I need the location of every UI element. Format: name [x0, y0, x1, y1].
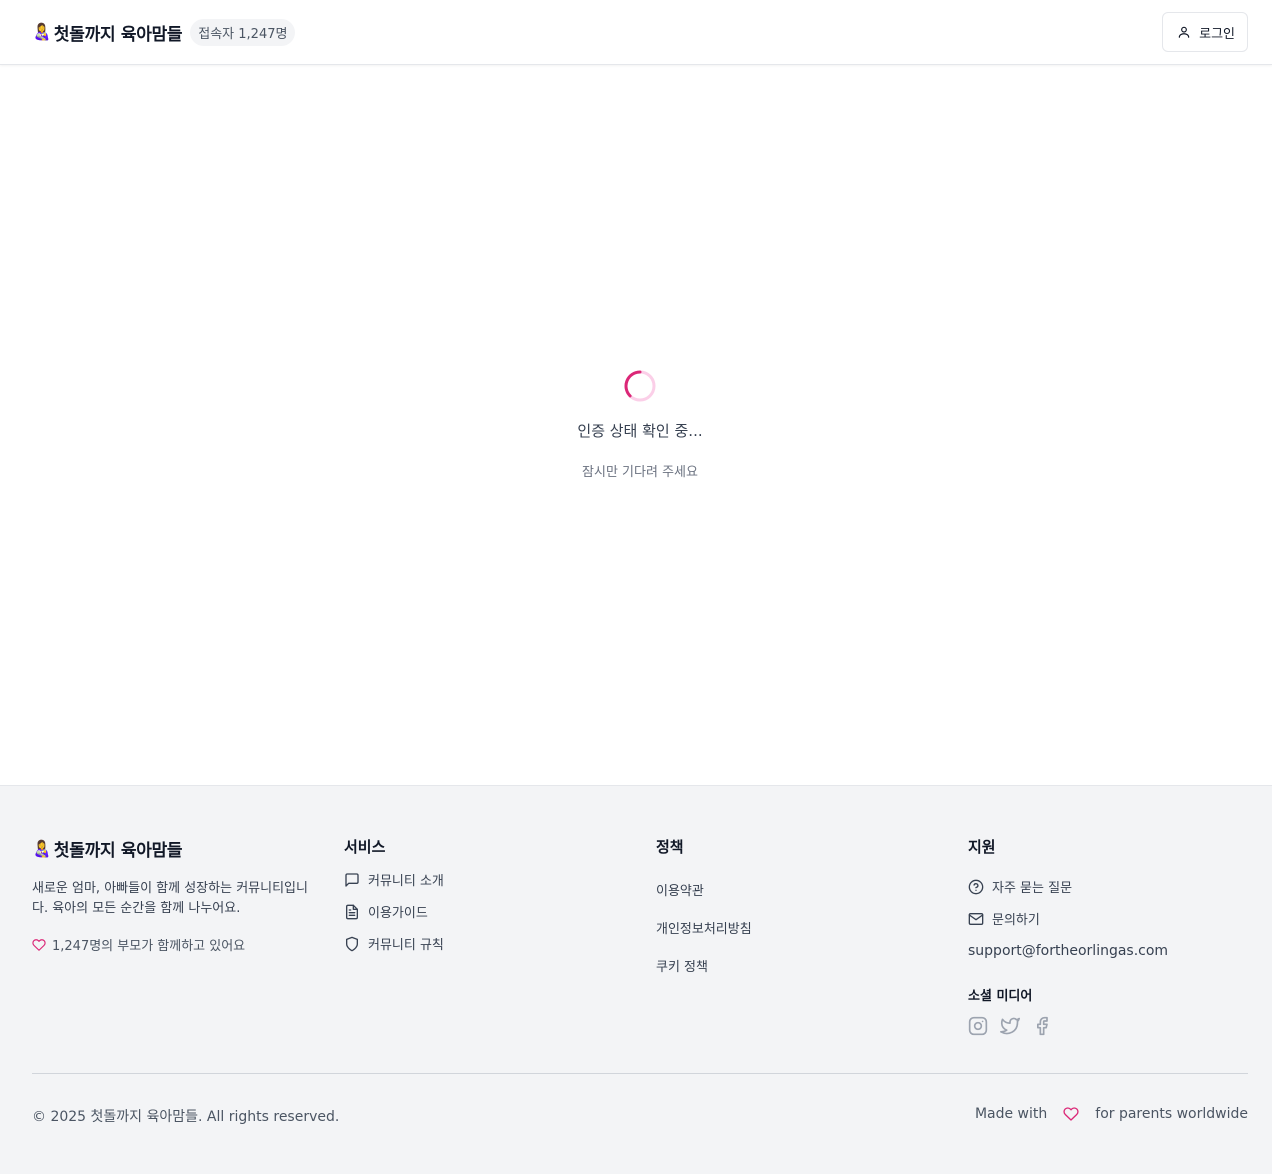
- services-title: 서비스: [344, 838, 386, 856]
- loading-title: 인증 상태 확인 중...: [577, 422, 703, 440]
- footer-brand-name: 첫돌까지 육아맘들: [53, 841, 183, 861]
- link-terms[interactable]: 이용약관: [656, 880, 946, 899]
- login-label: 로그인: [1199, 25, 1235, 41]
- shield-icon: [346, 936, 358, 951]
- parents-count-text: 1,247명의 부모가 함께하고 있어요: [52, 939, 246, 954]
- footer-support-column: 지원 자주 묻는 질문 문의하기 support@fortheorlingas.…: [968, 836, 1258, 1036]
- brand-name: 첫돌까지 육아맘들: [53, 24, 183, 45]
- link-privacy-policy[interactable]: 개인정보처리방침: [656, 918, 946, 937]
- footer-services-column: 서비스 커뮤니티 소개 이용가이드 커뮤니티 규칙: [344, 836, 634, 954]
- link-label: 커뮤니티 규칙: [368, 938, 444, 953]
- link-usage-guide[interactable]: 이용가이드: [344, 901, 634, 922]
- footer-description: 새로운 엄마, 아빠들이 함께 성장하는 커뮤니티입니다. 육아의 모든 순간을…: [32, 881, 308, 916]
- heart-icon: [32, 938, 46, 951]
- twitter-icon[interactable]: [1000, 1016, 1020, 1036]
- footer-divider: [32, 1073, 1248, 1074]
- footer-brand-column: 👩‍🍼 첫돌까지 육아맘들 새로운 엄마, 아빠들이 함께 성장하는 커뮤니티입…: [32, 836, 322, 954]
- footer: 👩‍🍼 첫돌까지 육아맘들 새로운 엄마, 아빠들이 함께 성장하는 커뮤니티입…: [0, 785, 1272, 1174]
- visitor-count-badge: 접속자 1,247명: [190, 18, 296, 46]
- loading-spinner-icon: [624, 370, 656, 402]
- link-label: 이용가이드: [368, 906, 428, 921]
- brand-logo-icon: 👩‍🍼: [32, 22, 52, 41]
- link-label: 자주 묻는 질문: [992, 881, 1073, 896]
- file-text-icon: [346, 904, 358, 919]
- mail-icon: [968, 912, 984, 925]
- copyright: © 2025 첫돌까지 육아맘들. All rights reserved.: [32, 1109, 340, 1125]
- instagram-icon[interactable]: [968, 1016, 988, 1036]
- made-with-prefix: Made with: [974, 1106, 1048, 1122]
- parents-count: 1,247명의 부모가 함께하고 있어요: [32, 935, 322, 954]
- footer-brand-logo-icon: 👩‍🍼: [32, 838, 52, 858]
- policy-title: 정책: [656, 838, 684, 856]
- main-content: 인증 상태 확인 중... 잠시만 기다려 주세요: [0, 65, 1272, 785]
- loading-subtitle: 잠시만 기다려 주세요: [582, 465, 698, 480]
- link-community-rules[interactable]: 커뮤니티 규칙: [344, 933, 634, 954]
- link-label: 문의하기: [992, 913, 1040, 928]
- top-header: 👩‍🍼 첫돌까지 육아맘들 접속자 1,247명 로그인: [0, 0, 1272, 65]
- link-contact[interactable]: 문의하기: [968, 908, 1258, 929]
- message-square-icon: [345, 872, 359, 887]
- social-icons: [968, 1016, 1258, 1036]
- social-media-title: 소셜 미디어: [968, 989, 1033, 1004]
- link-community-intro[interactable]: 커뮤니티 소개: [344, 869, 634, 890]
- footer-brand[interactable]: 👩‍🍼 첫돌까지 육아맘들: [32, 836, 322, 861]
- brand[interactable]: 👩‍🍼 첫돌까지 육아맘들: [32, 20, 183, 45]
- help-circle-icon: [968, 879, 984, 894]
- made-with-suffix: for parents worldwide: [1095, 1106, 1248, 1122]
- support-email-link[interactable]: support@fortheorlingas.com: [968, 943, 1258, 959]
- login-button[interactable]: 로그인: [1162, 12, 1248, 52]
- link-cookie-policy[interactable]: 쿠키 정책: [656, 956, 946, 975]
- support-title: 지원: [968, 838, 996, 856]
- made-with: Made with for parents worldwide: [975, 1106, 1248, 1122]
- link-label: 커뮤니티 소개: [368, 874, 444, 889]
- link-faq[interactable]: 자주 묻는 질문: [968, 876, 1258, 897]
- footer-policy-column: 정책 이용약관 개인정보처리방침 쿠키 정책: [656, 836, 946, 975]
- user-icon: [1178, 26, 1190, 38]
- facebook-icon[interactable]: [1032, 1016, 1052, 1036]
- heart-icon: [1063, 1107, 1079, 1121]
